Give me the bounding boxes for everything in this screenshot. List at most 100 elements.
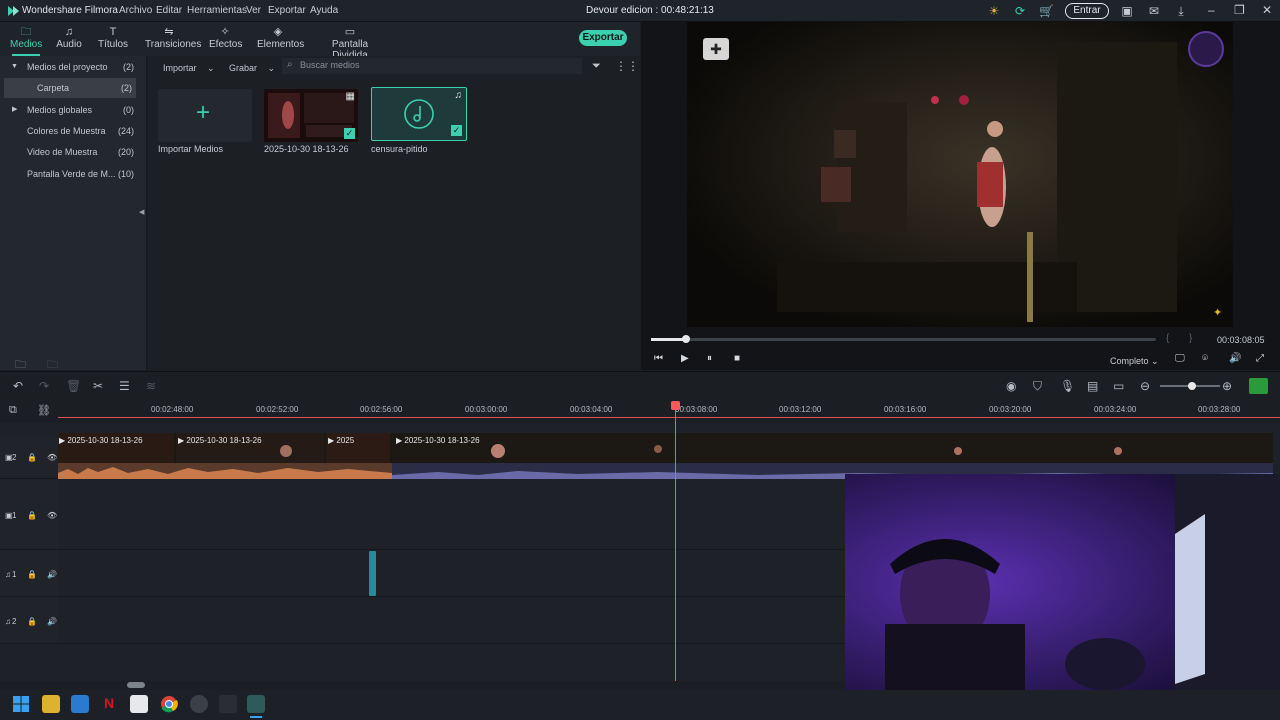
scrollbar-thumb[interactable] [127, 682, 145, 688]
playhead[interactable] [671, 401, 680, 681]
collapse-panel-icon[interactable]: ◀ [139, 208, 144, 216]
close-icon[interactable]: ✕ [1262, 3, 1272, 17]
lock-icon[interactable]: 🔒 [27, 570, 37, 579]
video-thumbnail[interactable]: ▦ ✓ [264, 89, 358, 142]
store-icon[interactable] [71, 695, 89, 713]
search-media-input[interactable]: ⌕ Buscar medios [282, 58, 582, 74]
sidebar-item-carpeta[interactable]: Carpeta (2) [4, 78, 136, 98]
login-button[interactable]: Entrar [1065, 3, 1109, 19]
grid-view-icon[interactable]: ⋮⋮ [615, 59, 639, 73]
windows-start-icon[interactable] [12, 695, 30, 713]
tab-medios[interactable]: 🗀 Medios [10, 26, 42, 56]
capture-app-icon[interactable] [130, 695, 148, 713]
media-library: Importar ⌄ Grabar ⌄ ⏷ ⋮⋮ + Importar Medi… [148, 56, 640, 370]
effects-icon: ✧ [220, 26, 230, 38]
stop-icon[interactable]: ■ [734, 353, 740, 364]
link-icon[interactable]: ⛓ [37, 404, 51, 417]
lock-icon[interactable]: 🔒 [27, 617, 37, 626]
tab-audio[interactable]: ♫ Audio [56, 26, 82, 54]
import-dropdown[interactable]: Importar ⌄ [163, 60, 215, 76]
export-button[interactable]: Exportar [579, 30, 627, 46]
subtitle-icon[interactable]: ▭ [1113, 379, 1124, 393]
volume-icon[interactable]: 🔊 [1229, 353, 1241, 364]
record-dropdown[interactable]: Grabar ⌄ [229, 60, 275, 76]
mic-icon[interactable]: 🎙 [1060, 379, 1075, 393]
delete-icon[interactable]: 🗑 [66, 379, 81, 393]
file-explorer-icon[interactable] [42, 695, 60, 713]
filmora-taskbar-icon[interactable] [247, 695, 265, 713]
tab-transiciones[interactable]: ⇋ Transiciones [145, 26, 201, 54]
sidebar-item-colores[interactable]: Colores de Muestra (24) [0, 121, 140, 141]
render-icon[interactable]: ◉ [1006, 379, 1016, 393]
menu-editar[interactable]: Editar [156, 5, 182, 16]
step-back-icon[interactable]: ⏮ [654, 353, 663, 364]
pause-icon[interactable]: ⏸ [707, 353, 712, 364]
speaker-icon[interactable]: 🔊 [47, 617, 57, 626]
menu-herramientas[interactable]: Herramientas [187, 5, 247, 16]
play-icon[interactable]: ▶ [681, 353, 689, 364]
zoom-handle[interactable] [1188, 382, 1196, 390]
scissors-icon[interactable]: ✂ [93, 379, 103, 393]
tab-elementos[interactable]: ◈ Elementos [257, 26, 304, 54]
waveform-icon[interactable]: ≋ [146, 379, 156, 393]
sidebar-item-medios-proyecto[interactable]: ▼ Medios del proyecto (2) [0, 57, 140, 77]
zoom-slider[interactable] [1160, 382, 1220, 390]
steam-icon[interactable] [190, 695, 208, 713]
flashlight-icon [1188, 31, 1224, 67]
sidebar-item-pantalla-verde[interactable]: Pantalla Verde de M... (10) [0, 164, 140, 184]
marker-icon[interactable]: ⛉ [1033, 379, 1042, 394]
add-track-icon[interactable]: ⧉ [9, 404, 17, 417]
playhead-handle[interactable] [671, 401, 680, 410]
mark-out-icon[interactable]: } [1189, 333, 1192, 344]
sidebar-item-medios-globales[interactable]: ▶ Medios globales (0) [0, 100, 140, 120]
mark-in-icon[interactable]: { [1166, 333, 1169, 344]
tab-pantalla-dividida[interactable]: ▭Pantalla Dividida [320, 26, 380, 61]
cart-icon[interactable]: 🛒 [1039, 4, 1054, 18]
adjust-icon[interactable]: ☰ [119, 379, 130, 393]
sun-icon[interactable]: ☀ [987, 4, 1001, 18]
menu-exportar[interactable]: Exportar [268, 5, 306, 16]
search-icon: ⌕ [287, 59, 293, 70]
maximize-icon[interactable]: ❐ [1234, 3, 1245, 17]
save-icon[interactable]: ▣ [1120, 4, 1134, 18]
netflix-icon[interactable]: N [104, 695, 114, 711]
import-media-tile[interactable]: + [158, 89, 252, 142]
minimize-icon[interactable]: – [1208, 3, 1215, 17]
mixer-icon[interactable]: ▤ [1087, 379, 1098, 393]
clip-label: ▶ 2025-10-30 18-13-26 [178, 436, 262, 445]
filter-icon[interactable]: ⏷ [592, 60, 601, 73]
zoom-in-icon[interactable]: ⊕ [1222, 379, 1232, 393]
lock-icon[interactable]: 🔒 [27, 511, 37, 520]
preview-seek-bar[interactable] [651, 335, 1156, 343]
download-icon[interactable]: ⤓ [1174, 4, 1188, 18]
ruler-label: 00:03:28:00 [1198, 405, 1241, 414]
lock-icon[interactable]: 🔒 [27, 453, 37, 462]
tab-titulos[interactable]: T Títulos [98, 26, 128, 54]
timeline-scrollbar[interactable] [0, 681, 845, 690]
menu-archivo[interactable]: Archivo [119, 5, 152, 16]
game-scene-image [687, 22, 1233, 327]
undo-icon[interactable]: ↶ [13, 379, 23, 393]
checkmark-icon: ✓ [451, 125, 462, 136]
audio-clip-censura[interactable] [369, 551, 376, 596]
fullscreen-icon[interactable]: ⤢ [1256, 353, 1264, 364]
epic-games-icon[interactable] [219, 695, 237, 713]
menu-ver[interactable]: Ver [246, 5, 261, 16]
tab-efectos[interactable]: ✧ Efectos [209, 26, 242, 54]
layout-icon[interactable] [1249, 378, 1268, 394]
speaker-icon[interactable]: 🔊 [47, 570, 57, 579]
mail-icon[interactable]: ✉ [1147, 4, 1161, 18]
chrome-icon[interactable] [160, 695, 178, 713]
snapshot-icon[interactable]: ⌾ [1202, 353, 1208, 364]
monitor-icon[interactable]: 🖵 [1175, 353, 1185, 364]
redo-icon[interactable]: ↷ [39, 379, 49, 393]
ruler-label: 00:02:56:00 [360, 405, 403, 414]
menu-ayuda[interactable]: Ayuda [310, 5, 338, 16]
eye-icon[interactable]: 👁 [47, 511, 57, 520]
audio-thumbnail[interactable]: ♫ ✓ [371, 87, 467, 141]
refresh-icon[interactable]: ⟳ [1013, 4, 1027, 18]
sidebar-item-video-muestra[interactable]: Video de Muestra (20) [0, 142, 140, 162]
eye-icon[interactable]: 👁 [47, 453, 57, 462]
zoom-out-icon[interactable]: ⊖ [1140, 379, 1150, 393]
quality-select[interactable]: Completo ⌄ [1110, 356, 1159, 367]
